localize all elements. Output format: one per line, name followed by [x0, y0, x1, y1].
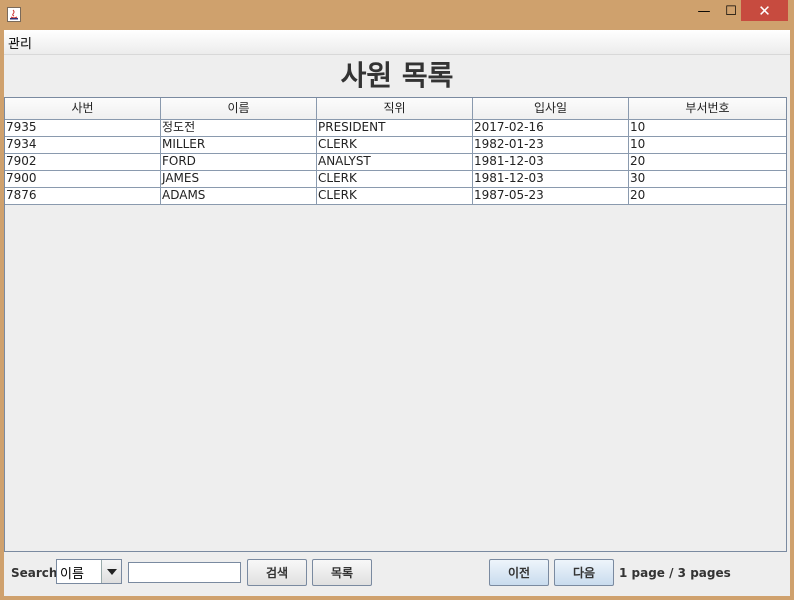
next-page-button[interactable]: 다음	[554, 559, 614, 586]
cell-deptno[interactable]: 20	[629, 188, 786, 204]
cell-deptno[interactable]: 30	[629, 171, 786, 187]
cell-hiredate[interactable]: 1981-12-03	[473, 154, 629, 170]
cell-name[interactable]: ADAMS	[161, 188, 317, 204]
search-input[interactable]	[128, 562, 241, 583]
column-header-name[interactable]: 이름	[161, 98, 317, 119]
cell-deptno[interactable]: 10	[629, 137, 786, 153]
search-field-value: 이름	[60, 567, 84, 582]
table-row[interactable]: 7934 MILLER CLERK 1982-01-23 10	[5, 137, 786, 154]
column-header-job[interactable]: 직위	[317, 98, 473, 119]
table-row[interactable]: 7935 정도전 PRESIDENT 2017-02-16 10	[5, 120, 786, 137]
table-row[interactable]: 7900 JAMES CLERK 1981-12-03 30	[5, 171, 786, 188]
table-row[interactable]: 7876 ADAMS CLERK 1987-05-23 20	[5, 188, 786, 205]
prev-page-button[interactable]: 이전	[489, 559, 549, 586]
close-button[interactable]: ✕	[741, 0, 788, 21]
cell-empno[interactable]: 7900	[5, 171, 161, 187]
table-header: 사번 이름 직위 입사일 부서번호	[5, 98, 786, 120]
search-label: Search	[11, 566, 58, 580]
menu-item-manage[interactable]: 관리	[8, 33, 32, 52]
cell-hiredate[interactable]: 2017-02-16	[473, 120, 629, 136]
cell-deptno[interactable]: 20	[629, 154, 786, 170]
title-bar: — ☐ ✕	[0, 0, 794, 30]
column-header-deptno[interactable]: 부서번호	[629, 98, 786, 119]
list-button[interactable]: 목록	[312, 559, 372, 586]
cell-name[interactable]: FORD	[161, 154, 317, 170]
employee-table: 사번 이름 직위 입사일 부서번호 7935 정도전 PRESIDENT 201…	[4, 97, 787, 552]
cell-name[interactable]: JAMES	[161, 171, 317, 187]
search-field-select[interactable]: 이름	[56, 559, 122, 584]
bottom-toolbar: Search 이름 검색 목록 이전 다음 1 page / 3 pages	[4, 552, 790, 596]
cell-hiredate[interactable]: 1982-01-23	[473, 137, 629, 153]
cell-job[interactable]: PRESIDENT	[317, 120, 473, 136]
page-indicator: 1 page / 3 pages	[619, 566, 731, 580]
search-button[interactable]: 검색	[247, 559, 307, 586]
cell-empno[interactable]: 7902	[5, 154, 161, 170]
cell-name[interactable]: MILLER	[161, 137, 317, 153]
cell-empno[interactable]: 7935	[5, 120, 161, 136]
cell-job[interactable]: ANALYST	[317, 154, 473, 170]
page-title: 사원 목록	[340, 59, 454, 92]
menu-bar: 관리	[4, 30, 790, 55]
column-header-empno[interactable]: 사번	[5, 98, 161, 119]
chevron-down-icon[interactable]	[101, 560, 121, 583]
cell-empno[interactable]: 7876	[5, 188, 161, 204]
table-row[interactable]: 7902 FORD ANALYST 1981-12-03 20	[5, 154, 786, 171]
cell-deptno[interactable]: 10	[629, 120, 786, 136]
main-window: 관리 사원 목록 사번 이름 직위 입사일 부서번호 7935 정도전 PRES…	[4, 30, 790, 596]
cell-hiredate[interactable]: 1987-05-23	[473, 188, 629, 204]
cell-job[interactable]: CLERK	[317, 171, 473, 187]
cell-job[interactable]: CLERK	[317, 188, 473, 204]
column-header-hiredate[interactable]: 입사일	[473, 98, 629, 119]
cell-hiredate[interactable]: 1981-12-03	[473, 171, 629, 187]
java-app-icon	[7, 7, 21, 22]
cell-name[interactable]: 정도전	[161, 120, 317, 136]
cell-empno[interactable]: 7934	[5, 137, 161, 153]
cell-job[interactable]: CLERK	[317, 137, 473, 153]
table-body: 7935 정도전 PRESIDENT 2017-02-16 10 7934 MI…	[5, 120, 786, 205]
